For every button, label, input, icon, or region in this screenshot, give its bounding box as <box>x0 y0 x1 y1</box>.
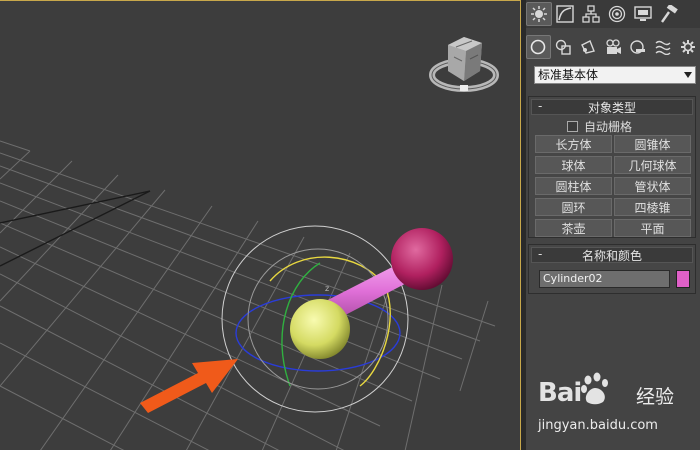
systems-tab[interactable] <box>675 35 700 59</box>
hammer-icon <box>661 5 678 23</box>
rollout-title: 对象类型 <box>587 100 636 115</box>
lights-tab[interactable] <box>576 35 601 59</box>
utilities-tab[interactable] <box>656 2 682 26</box>
create-category-tabs <box>526 33 700 61</box>
name-color-rollout-header[interactable]: - 名称和颜色 <box>531 247 693 263</box>
command-panel-tabs <box>526 0 700 28</box>
sphere-yellow <box>290 299 350 359</box>
object-type-rollout-header[interactable]: - 对象类型 <box>531 99 693 115</box>
grid-axis-lines <box>0 190 151 267</box>
cameras-tab[interactable] <box>601 35 626 59</box>
tube-button[interactable]: 管状体 <box>614 177 691 195</box>
create-tab[interactable] <box>526 2 552 26</box>
monitor-icon <box>634 6 652 21</box>
shapes-tab[interactable] <box>551 35 576 59</box>
camera-icon <box>606 39 622 54</box>
collapse-toggle[interactable]: - <box>538 99 542 113</box>
object-color-swatch[interactable] <box>676 270 690 288</box>
watermark-brand-suffix: 经验 <box>636 386 675 408</box>
collapse-toggle[interactable]: - <box>538 247 542 261</box>
tape-icon <box>630 40 645 54</box>
viewcube[interactable] <box>428 31 500 96</box>
paw-logo-icon <box>581 372 608 405</box>
cone-button[interactable]: 圆锥体 <box>614 135 691 153</box>
geometry-tab[interactable] <box>526 35 551 59</box>
autogrid-checkbox[interactable]: 自动栅格 <box>567 118 632 135</box>
torus-button[interactable]: 圆环 <box>535 198 612 216</box>
modify-tab[interactable] <box>552 2 578 26</box>
perspective-viewport[interactable]: z <box>0 0 520 450</box>
category-dropdown[interactable]: 标准基本体 <box>534 66 696 84</box>
sun-icon <box>531 6 547 22</box>
autogrid-label: 自动栅格 <box>584 120 633 134</box>
primitive-buttons: 长方体 圆锥体 球体 几何球体 圆柱体 管状体 圆环 四棱锥 茶壶 平面 <box>535 135 691 237</box>
gear-icon <box>680 40 695 54</box>
checkbox-box[interactable] <box>567 121 578 132</box>
motion-tab[interactable] <box>604 2 630 26</box>
helpers-tab[interactable] <box>625 35 650 59</box>
cylinder-button[interactable]: 圆柱体 <box>535 177 612 195</box>
watermark-url: jingyan.baidu.com <box>538 418 658 433</box>
object-name-input[interactable]: Cylinder02 <box>539 270 670 288</box>
sphere-magenta <box>391 228 453 290</box>
light-icon <box>581 40 596 54</box>
geosphere-button[interactable]: 几何球体 <box>614 156 691 174</box>
pyramid-button[interactable]: 四棱锥 <box>614 198 691 216</box>
box-button[interactable]: 长方体 <box>535 135 612 153</box>
baidu-jingyan-watermark: Bai 经验 jingyan.baidu.com <box>538 372 698 444</box>
hierarchy-icon <box>582 5 600 23</box>
sphere-icon <box>531 39 546 55</box>
object-type-rollout: - 对象类型 自动栅格 长方体 圆锥体 球体 几何球体 圆柱体 管状体 圆环 四… <box>528 96 696 238</box>
chevron-down-icon <box>684 72 692 78</box>
watermark-brand: Bai <box>538 378 582 408</box>
curve-icon <box>556 5 574 23</box>
teapot-button[interactable]: 茶壶 <box>535 219 612 237</box>
name-color-rollout: - 名称和颜色 Cylinder02 <box>528 244 696 294</box>
motion-icon <box>608 5 626 23</box>
shapes-icon <box>556 39 572 55</box>
category-value: 标准基本体 <box>538 68 599 82</box>
plane-button[interactable]: 平面 <box>614 219 691 237</box>
display-tab[interactable] <box>630 2 656 26</box>
rollout-title: 名称和颜色 <box>581 248 642 263</box>
wave-icon <box>655 40 671 55</box>
sphere-button[interactable]: 球体 <box>535 156 612 174</box>
gizmo-axis-label: z <box>325 284 329 293</box>
ground-grid <box>0 140 496 450</box>
spacewarps-tab[interactable] <box>650 35 675 59</box>
hierarchy-tab[interactable] <box>578 2 604 26</box>
